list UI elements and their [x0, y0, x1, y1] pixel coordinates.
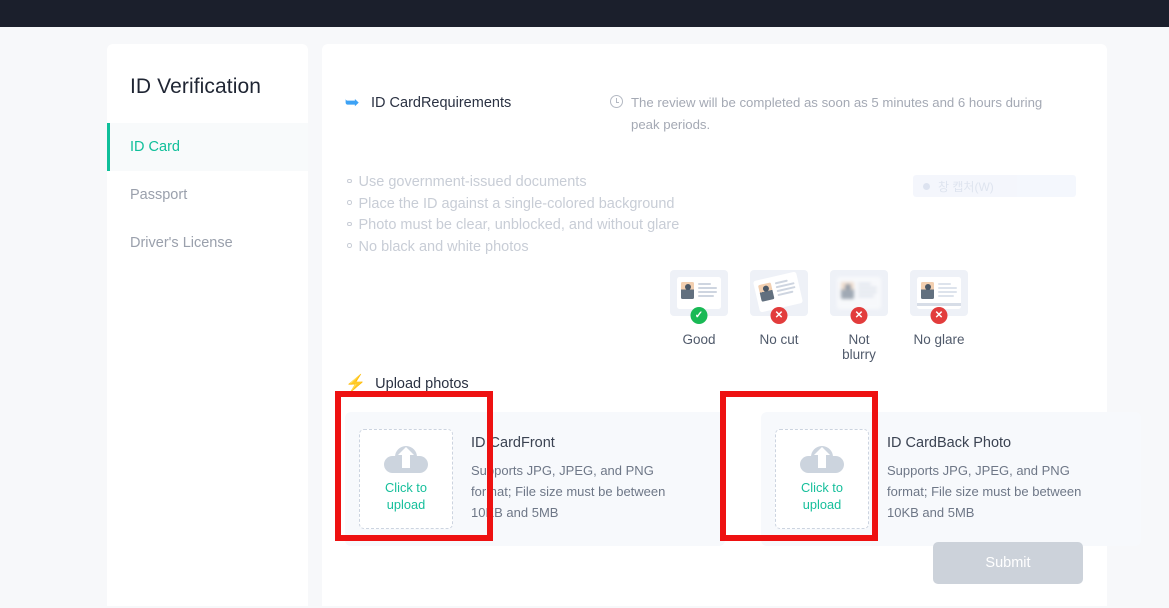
example-thumbnails: ✓ Good ✕ No cut ✕ Not blurry ✕ No glare [670, 270, 968, 362]
upload-cards-row: Click to upload ID CardFront Supports JPG… [345, 412, 1141, 546]
sidebar-item-label: Passport [130, 187, 188, 203]
example-label: No cut [759, 332, 799, 347]
cloud-upload-icon [800, 445, 844, 473]
top-status-bar: 10000USD 1BTC Order size limit: 999 USDT [0, 0, 1169, 27]
requirements-heading-label: ID CardRequirements [371, 94, 512, 111]
list-item: Photo must be clear, unblocked, and with… [347, 215, 679, 237]
topbar-item-balance: 10000USD [104, 0, 168, 5]
example-image: ✕ [750, 270, 808, 324]
upload-dropzone-label: Click to upload [801, 479, 843, 512]
upload-card-front: Click to upload ID CardFront Supports JPG… [345, 412, 725, 546]
window-capture-label: 창 캡처(W) [938, 179, 994, 194]
upload-description: Supports JPG, JPEG, and PNG format; File… [887, 463, 1082, 520]
sidebar-item-passport[interactable]: Passport [107, 171, 308, 219]
bullet-icon [347, 200, 352, 205]
bullet-icon [347, 221, 352, 226]
lightning-bolt-icon: ⚡ [345, 374, 367, 393]
topbar-item-order-limit: Order size limit: 999 USDT [523, 0, 678, 5]
example-no-glare: ✕ No glare [910, 270, 968, 362]
example-image: ✓ [670, 270, 728, 324]
upload-heading: ⚡ Upload photos [345, 375, 469, 392]
example-image: ✕ [910, 270, 968, 324]
id-photo-icon [841, 282, 854, 299]
sidebar-item-label: ID Card [130, 139, 180, 155]
id-lines-icon [698, 282, 717, 304]
id-lines-icon [858, 282, 877, 304]
upload-title: ID CardBack Photo [887, 435, 1012, 451]
window-capture-overlay[interactable]: 창 캡처(W) [913, 175, 1076, 197]
topbar-item-asset: 1BTC [333, 0, 366, 5]
sidebar-item-id-card[interactable]: ID Card [107, 123, 308, 171]
upload-dropzone-label: Click to upload [385, 479, 427, 512]
list-item: Use government-issued documents [347, 172, 679, 194]
upload-dropzone-front[interactable]: Click to upload [359, 429, 453, 529]
check-icon: ✓ [690, 307, 708, 324]
main-panel: ➥ ID CardRequirements The review will be… [322, 44, 1141, 606]
example-label: Good [682, 332, 716, 347]
sidebar-item-drivers-license[interactable]: Driver's License [107, 219, 308, 267]
requirements-list: Use government-issued documents Place th… [347, 172, 679, 258]
page-body: ID Verification ID Card Passport Driver'… [0, 27, 1169, 608]
id-photo-icon [921, 282, 934, 299]
review-note-text: The review will be completed as soon as … [631, 95, 1043, 132]
sidebar-panel: ID Verification ID Card Passport Driver'… [107, 44, 308, 606]
example-label: No glare [913, 332, 965, 347]
requirement-text: No black and white photos [358, 238, 529, 255]
example-image: ✕ [830, 270, 888, 324]
cross-icon: ✕ [930, 307, 948, 324]
bullet-icon [347, 178, 352, 183]
submit-button[interactable]: Submit [933, 542, 1083, 584]
list-item: No black and white photos [347, 237, 679, 259]
id-lines-icon [774, 277, 798, 303]
upload-heading-label: Upload photos [375, 375, 469, 392]
sidebar-nav: ID Card Passport Driver's License [107, 123, 308, 267]
clock-icon [610, 95, 623, 108]
example-no-cut: ✕ No cut [750, 270, 808, 362]
page-title: ID Verification [130, 75, 262, 98]
blue-arrow-icon: ➥ [344, 93, 360, 112]
sidebar-item-label: Driver's License [130, 235, 233, 251]
cloud-upload-icon [384, 445, 428, 473]
example-not-blurry: ✕ Not blurry [830, 270, 888, 362]
example-label: Not blurry [842, 332, 876, 362]
upload-info-front: ID CardFront Supports JPG, JPEG, and PNG… [471, 435, 725, 523]
id-lines-icon [938, 282, 957, 304]
requirement-text: Use government-issued documents [358, 174, 587, 190]
bullet-icon [347, 243, 352, 248]
upload-card-back: Click to upload ID CardBack Photo Support… [761, 412, 1141, 546]
upload-title: ID CardFront [471, 435, 555, 451]
cross-icon: ✕ [770, 307, 788, 324]
requirement-text: Photo must be clear, unblocked, and with… [358, 217, 680, 233]
requirements-heading: ➥ ID CardRequirements [344, 93, 512, 112]
example-good: ✓ Good [670, 270, 728, 362]
cross-icon: ✕ [850, 307, 868, 324]
list-item: Place the ID against a single-colored ba… [347, 194, 679, 216]
record-dot-icon [923, 182, 930, 190]
requirement-text: Place the ID against a single-colored ba… [358, 195, 675, 212]
upload-description: Supports JPG, JPEG, and PNG format; File… [471, 463, 666, 520]
id-photo-icon [681, 282, 694, 299]
upload-dropzone-back[interactable]: Click to upload [775, 429, 869, 529]
upload-info-back: ID CardBack Photo Supports JPG, JPEG, an… [887, 435, 1141, 523]
id-photo-icon [757, 282, 775, 302]
review-note: The review will be completed as soon as … [610, 92, 1060, 136]
